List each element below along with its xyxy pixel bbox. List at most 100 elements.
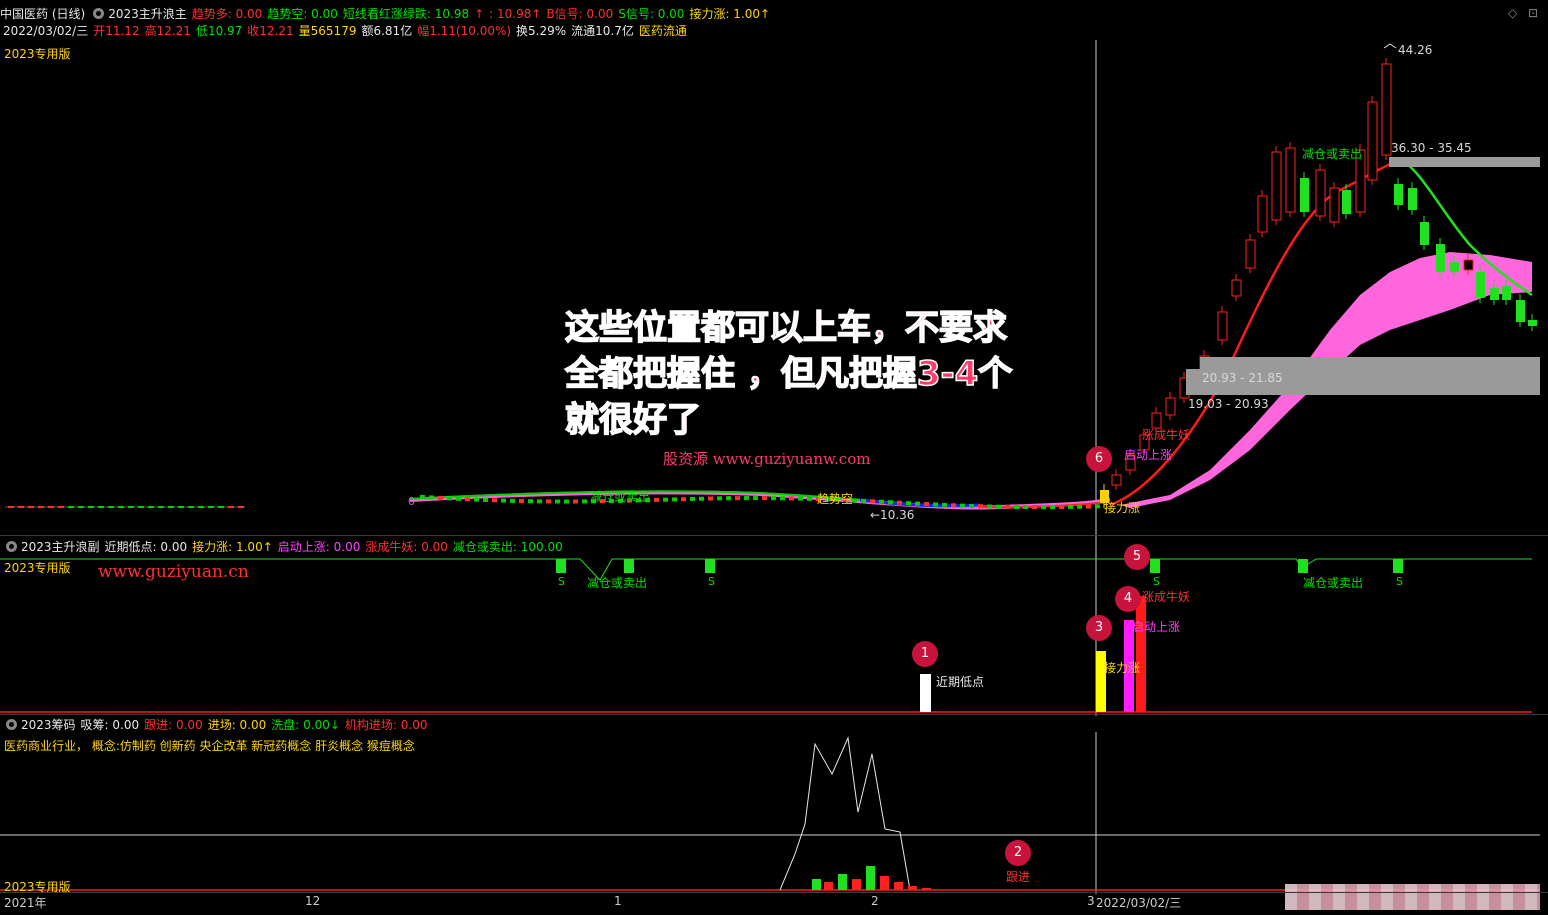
sig-jiancang-label-main: 减仓或卖出 bbox=[1302, 147, 1363, 161]
candle-bar bbox=[1381, 63, 1392, 156]
small-candle bbox=[735, 496, 740, 501]
candle-bar bbox=[1528, 320, 1537, 326]
flat-tick bbox=[118, 506, 124, 508]
candle-bar bbox=[1271, 151, 1282, 221]
small-candle bbox=[960, 503, 965, 508]
marker-2: 2 bbox=[1005, 840, 1031, 866]
sig-zhang-label: 涨成牛妖 bbox=[1142, 428, 1191, 442]
sig-qushi-label: 趋势空 bbox=[817, 492, 854, 506]
small-candle bbox=[771, 496, 776, 501]
small-candle bbox=[420, 495, 425, 499]
annotation-text: 这些位置都可以上车，不要求全都把握住 ，但凡把握3-4个就很好了 bbox=[564, 307, 1013, 441]
small-candle bbox=[717, 496, 722, 501]
candle-bar bbox=[1436, 244, 1445, 272]
flat-tick bbox=[218, 506, 224, 508]
range2-label: 20.93 - 21.85 bbox=[1202, 371, 1283, 385]
candle-bar bbox=[1315, 169, 1326, 217]
chip-bar bbox=[922, 888, 931, 890]
small-candle bbox=[708, 496, 713, 501]
flat-tick bbox=[18, 506, 24, 508]
flat-tick bbox=[238, 506, 244, 508]
candle-bar bbox=[1394, 184, 1403, 205]
small-candle bbox=[582, 499, 587, 504]
marker-6: 6 bbox=[1086, 446, 1112, 472]
small-candle bbox=[573, 499, 578, 504]
flat-tick bbox=[208, 506, 214, 508]
sig-jieli-label: 接力涨 bbox=[1104, 501, 1141, 515]
flat-tick bbox=[78, 506, 84, 508]
flat-tick bbox=[88, 506, 94, 508]
small-candle bbox=[951, 503, 956, 508]
range3-label: 19.03 - 20.93 bbox=[1188, 397, 1269, 411]
candle-bar bbox=[1342, 190, 1351, 214]
flat-tick bbox=[128, 506, 134, 508]
candle-bar bbox=[1231, 279, 1242, 297]
small-candle bbox=[1077, 504, 1082, 509]
flat-tick bbox=[188, 506, 194, 508]
small-candle bbox=[690, 496, 695, 501]
s-label-2: S bbox=[708, 575, 715, 588]
small-candle bbox=[780, 496, 785, 501]
small-candle bbox=[429, 495, 434, 500]
flat-tick bbox=[198, 506, 204, 508]
small-candle bbox=[1059, 504, 1064, 509]
candle-bar bbox=[1329, 187, 1340, 223]
small-candle bbox=[870, 499, 875, 504]
candle-bar bbox=[1165, 397, 1176, 416]
small-candle bbox=[465, 497, 470, 502]
axis-label-3: 3 bbox=[1087, 894, 1095, 908]
small-candle bbox=[789, 496, 794, 501]
flat-tick bbox=[168, 506, 174, 508]
candle-bar bbox=[1111, 474, 1122, 486]
range-bar-top bbox=[1389, 157, 1540, 167]
sub2-chart bbox=[0, 732, 1540, 894]
flat-tick bbox=[48, 506, 54, 508]
marker-5: 5 bbox=[1124, 544, 1150, 570]
small-candle bbox=[1086, 504, 1091, 509]
flat-tick bbox=[108, 506, 114, 508]
small-candle bbox=[672, 497, 677, 502]
flat-tick bbox=[68, 506, 74, 508]
small-candle bbox=[438, 495, 443, 500]
small-candle bbox=[879, 499, 884, 504]
s-label-1: S bbox=[558, 575, 565, 588]
flat-tick bbox=[178, 506, 184, 508]
small-candle bbox=[501, 498, 506, 503]
range1-label: 36.30 - 35.45 bbox=[1391, 141, 1472, 155]
flat-tick bbox=[28, 506, 34, 508]
candle-bar bbox=[1300, 178, 1309, 212]
small-candle bbox=[1005, 504, 1010, 509]
range-bar-mid bbox=[1200, 357, 1540, 369]
small-candle bbox=[888, 500, 893, 505]
small-candle bbox=[447, 496, 452, 501]
sig-jiancang-label-flat: 减仓或卖出 bbox=[590, 490, 651, 504]
chip-bar bbox=[838, 874, 847, 890]
small-candle bbox=[1041, 505, 1046, 510]
chip-bar bbox=[812, 879, 821, 890]
sub1-chart bbox=[0, 536, 1532, 716]
small-candle bbox=[915, 501, 920, 506]
small-candle bbox=[987, 504, 992, 509]
chip-bar bbox=[866, 866, 875, 890]
high-price-label: 44.26 bbox=[1398, 43, 1433, 57]
chip-bar bbox=[852, 879, 861, 890]
chip-bar bbox=[894, 882, 903, 890]
small-candle bbox=[663, 497, 668, 502]
axis-label-1: 1 bbox=[614, 894, 622, 908]
candle-bar bbox=[1217, 311, 1228, 341]
flat-tick bbox=[158, 506, 164, 508]
small-candle bbox=[897, 500, 902, 505]
candle-bar bbox=[1285, 147, 1296, 213]
flat-tick bbox=[38, 506, 44, 508]
axis-label-12: 12 bbox=[305, 894, 321, 908]
marker-4: 4 bbox=[1115, 586, 1141, 612]
sub2-genjin-label: 跟进 bbox=[1006, 870, 1031, 884]
candle-bar bbox=[1450, 262, 1459, 272]
watermark-main: 股资源 www.guziyuanw.com bbox=[663, 450, 871, 468]
chip-bar bbox=[880, 876, 889, 890]
axis-cursor-date: 2022/03/02/三 bbox=[1096, 896, 1182, 910]
small-candle bbox=[519, 499, 524, 504]
small-candle bbox=[762, 496, 767, 501]
sub1-zhang-label: 涨成牛妖 bbox=[1142, 590, 1191, 604]
small-candle bbox=[681, 497, 686, 502]
